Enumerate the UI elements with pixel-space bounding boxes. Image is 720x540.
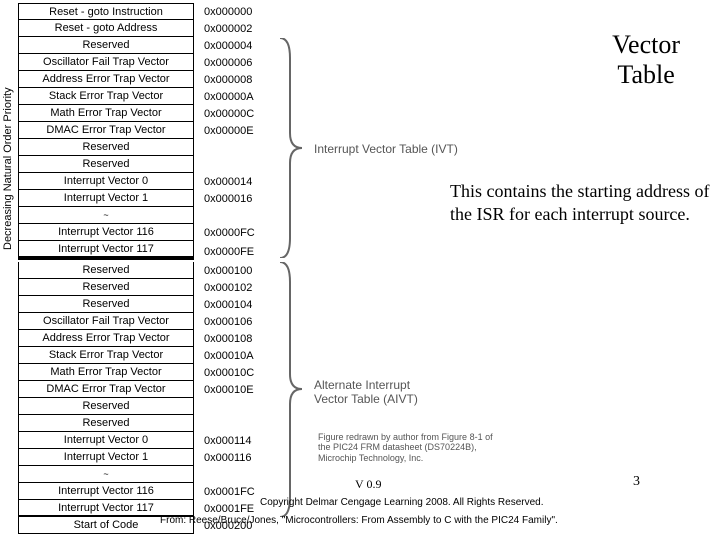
addr: 0x00000C [200,105,275,122]
row-label: Reserved [18,398,194,415]
description-text: This contains the starting address of th… [450,180,710,225]
title-line2: Table [612,60,680,90]
addr: 0x000000 [200,3,275,20]
addr: 0x000014 [200,173,275,190]
row-label: Interrupt Vector 1 [18,449,194,466]
addr [200,466,275,483]
address-column: 0x000000 0x000002 0x000004 0x000006 0x00… [200,3,275,534]
title-line1: Vector [612,30,680,60]
addr [200,139,275,156]
addr: 0x000106 [200,313,275,330]
row-label: Address Error Trap Vector [18,71,194,88]
addr: 0x000116 [200,449,275,466]
addr: 0x000008 [200,71,275,88]
row-ellipsis: ~ [18,466,194,483]
row-label: DMAC Error Trap Vector [18,122,194,139]
addr: 0x000002 [200,20,275,37]
row-label: Reserved [18,37,194,54]
cap2: the PIC24 FRM datasheet (DS70224B), [318,442,498,452]
addr: 0x00000E [200,122,275,139]
brace-icon [276,38,304,258]
addr: 0x00000A [200,88,275,105]
addr: 0x00010C [200,364,275,381]
row-label: Math Error Trap Vector [18,364,194,381]
cap3: Microchip Technology, Inc. [318,453,498,463]
row-label: Reset - goto Address [18,20,194,37]
addr: 0x000016 [200,190,275,207]
row-label: Interrupt Vector 0 [18,173,194,190]
addr: 0x000102 [200,279,275,296]
ivt-label: Interrupt Vector Table (IVT) [314,142,458,156]
row-label: Reserved [18,262,194,279]
cap1: Figure redrawn by author from Figure 8-1… [318,432,498,442]
brace-icon [276,262,304,517]
row-label: Interrupt Vector 0 [18,432,194,449]
row-label: Reserved [18,139,194,156]
source-text: From: Reese/Bruce/Jones, "Microcontrolle… [160,515,558,526]
row-label: Reserved [18,296,194,313]
addr: 0x0000FE [200,241,275,262]
row-label: Reset - goto Instruction [18,3,194,20]
addr: 0x0000FC [200,224,275,241]
addr [200,207,275,224]
row-label: Interrupt Vector 1 [18,190,194,207]
copyright-text: Copyright Delmar Cengage Learning 2008. … [260,497,544,508]
row-label: Oscillator Fail Trap Vector [18,313,194,330]
aivt-line2: Vector Table (AIVT) [314,392,418,406]
addr: 0x000104 [200,296,275,313]
addr [200,415,275,432]
row-label: Interrupt Vector 116 [18,483,194,500]
row-label: Address Error Trap Vector [18,330,194,347]
row-label: DMAC Error Trap Vector [18,381,194,398]
row-ellipsis: ~ [18,207,194,224]
addr: 0x00010A [200,347,275,364]
addr: 0x000108 [200,330,275,347]
row-label: Stack Error Trap Vector [18,88,194,105]
page-number: 3 [633,474,640,490]
row-label: Interrupt Vector 117 [18,241,194,260]
row-label: Interrupt Vector 116 [18,224,194,241]
slide-title: Vector Table [612,30,680,90]
addr [200,156,275,173]
row-label: Oscillator Fail Trap Vector [18,54,194,71]
row-label: Reserved [18,279,194,296]
row-label: Reserved [18,415,194,432]
aivt-line1: Alternate Interrupt [314,378,410,392]
addr: 0x000006 [200,54,275,71]
version-label: V 0.9 [355,477,381,492]
vector-table: Reset - goto Instruction Reset - goto Ad… [18,3,196,534]
addr: 0x000004 [200,37,275,54]
row-label: Stack Error Trap Vector [18,347,194,364]
axis-label: Decreasing Natural Order Priority [2,87,14,250]
figure-caption: Figure redrawn by author from Figure 8-1… [318,432,498,463]
addr: 0x000100 [200,262,275,279]
aivt-label: Alternate Interrupt Vector Table (AIVT) [314,378,418,407]
row-label: Reserved [18,156,194,173]
row-label: Math Error Trap Vector [18,105,194,122]
addr [200,398,275,415]
addr: 0x000114 [200,432,275,449]
addr: 0x00010E [200,381,275,398]
